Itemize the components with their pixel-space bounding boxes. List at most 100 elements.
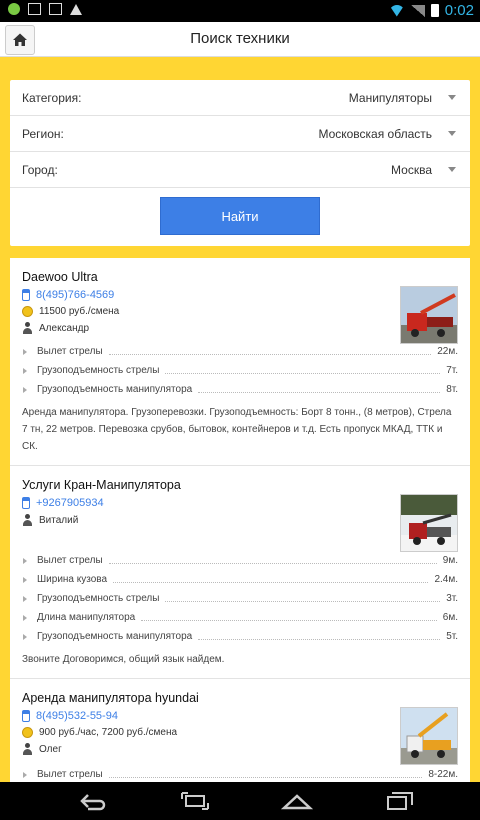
notification-icons: [8, 3, 82, 15]
person-icon: [22, 322, 33, 334]
recent-apps-icon[interactable]: [386, 791, 414, 811]
back-icon[interactable]: [78, 791, 106, 811]
spec-value: 9м.: [442, 555, 458, 566]
listing-card[interactable]: Daewoo Ultra 8(495)766-4569 11500 руб./с…: [10, 258, 470, 466]
chevron-right-icon: [23, 576, 27, 583]
contact-row: Виталий: [22, 514, 458, 526]
contact-name: Александр: [39, 322, 90, 334]
spec-value: 5т.: [446, 631, 458, 642]
truck-crane-photo: [401, 708, 457, 764]
listing-card[interactable]: Услуги Кран-Манипулятора +9267905934 Вит…: [10, 466, 470, 679]
chevron-right-icon: [23, 386, 27, 393]
spec-label: Вылет стрелы: [37, 769, 103, 780]
phone-icon: [22, 289, 30, 301]
coin-icon: [22, 727, 33, 738]
phone-row[interactable]: +9267905934: [22, 497, 458, 509]
truck-crane-photo: [401, 495, 457, 551]
listing-description: Звоните Договоримся, общий язык найдем.: [22, 654, 225, 665]
spec-row: Длина манипулятора 6м.: [22, 608, 458, 627]
listing-title: Аренда манипулятора hyundai: [22, 691, 199, 705]
person-icon: [22, 743, 33, 755]
spec-label: Ширина кузова: [37, 574, 108, 585]
region-value: Московская область: [318, 127, 432, 141]
spec-row: Грузоподъемность стрелы 7т.: [22, 361, 458, 380]
screenshot-icon[interactable]: [180, 791, 210, 811]
category-select[interactable]: Категория: Манипуляторы: [10, 80, 470, 116]
app-notification-icon: [8, 3, 20, 15]
image-notification-icon: [28, 3, 41, 15]
city-select[interactable]: Город: Москва: [10, 152, 470, 188]
spec-label: Грузоподъемность стрелы: [37, 365, 160, 376]
region-select[interactable]: Регион: Московская область: [10, 116, 470, 152]
contact-name: Виталий: [39, 514, 79, 526]
spec-row: Грузоподъемность манипулятора 5т.: [22, 627, 458, 646]
spec-label: Вылет стрелы: [37, 346, 103, 357]
spec-row: Грузоподъемность стрелы 3т.: [22, 589, 458, 608]
category-value: Манипуляторы: [348, 91, 432, 105]
price-text: 11500 руб./смена: [39, 306, 120, 317]
status-bar: 0:02: [0, 0, 480, 22]
spec-row: Вылет стрелы 22м.: [22, 342, 458, 361]
dotted-leader: [108, 563, 437, 564]
system-nav-bar: [0, 782, 480, 820]
price-row: 900 руб./час, 7200 руб./смена: [22, 727, 458, 738]
phone-row[interactable]: 8(495)532-55-94: [22, 710, 458, 722]
listing-photo[interactable]: [400, 707, 458, 765]
spec-row: Вылет стрелы 9м.: [22, 551, 458, 570]
category-label: Категория:: [22, 91, 82, 105]
dotted-leader: [108, 354, 432, 355]
spec-value: 7т.: [446, 365, 458, 376]
contact-row: Александр: [22, 322, 458, 334]
phone-link[interactable]: 8(495)532-55-94: [36, 710, 118, 722]
phone-row[interactable]: 8(495)766-4569: [22, 289, 458, 301]
system-icons: 0:02: [388, 2, 474, 19]
phone-icon: [22, 710, 30, 722]
truck-crane-photo: [401, 287, 457, 343]
price-row: 11500 руб./смена: [22, 306, 458, 317]
city-label: Город:: [22, 163, 58, 177]
spec-row: Вылет стрелы 8-22м.: [22, 765, 458, 782]
spec-label: Грузоподъемность стрелы: [37, 593, 160, 604]
contact-row: Олег: [22, 743, 458, 755]
app-bar: Поиск техники: [0, 22, 480, 57]
spec-value: 6м.: [442, 612, 458, 623]
dotted-leader: [165, 373, 441, 374]
spec-label: Грузоподъемность манипулятора: [37, 384, 193, 395]
listing-photo[interactable]: [400, 286, 458, 344]
dropdown-arrow-icon: [448, 167, 456, 172]
dotted-leader: [198, 639, 441, 640]
price-text: 900 руб./час, 7200 руб./смена: [39, 727, 178, 738]
listing-title: Услуги Кран-Манипулятора: [22, 478, 181, 492]
dropdown-arrow-icon: [448, 95, 456, 100]
chevron-right-icon: [23, 367, 27, 374]
phone-link[interactable]: +9267905934: [36, 497, 104, 509]
page-title: Поиск техники: [190, 30, 290, 47]
phone-link[interactable]: 8(495)766-4569: [36, 289, 114, 301]
chevron-right-icon: [23, 595, 27, 602]
signal-icon: [410, 4, 425, 17]
listing-photo[interactable]: [400, 494, 458, 552]
spec-value: 8-22м.: [428, 769, 458, 780]
spec-row: Грузоподъемность манипулятора 8т.: [22, 380, 458, 399]
search-button[interactable]: Найти: [160, 197, 320, 235]
nav-home-icon[interactable]: [281, 791, 313, 811]
wifi-icon: [388, 4, 405, 17]
spec-value: 8т.: [446, 384, 458, 395]
spec-label: Грузоподъемность манипулятора: [37, 631, 193, 642]
listing-description: Аренда манипулятора. Грузоперевозки. Гру…: [22, 407, 452, 452]
battery-icon: [430, 4, 439, 17]
spec-value: 3т.: [446, 593, 458, 604]
results-list: Daewoo Ultra 8(495)766-4569 11500 руб./с…: [10, 258, 470, 782]
dotted-leader: [141, 620, 437, 621]
person-icon: [22, 514, 33, 526]
contact-name: Олег: [39, 743, 62, 755]
dropdown-arrow-icon: [448, 131, 456, 136]
spec-label: Вылет стрелы: [37, 555, 103, 566]
listing-card[interactable]: Аренда манипулятора hyundai 8(495)532-55…: [10, 679, 470, 782]
clock: 0:02: [444, 2, 474, 19]
dotted-leader: [198, 392, 441, 393]
chevron-right-icon: [23, 557, 27, 564]
dotted-leader: [113, 582, 429, 583]
chevron-right-icon: [23, 771, 27, 778]
message-notification-icon: [49, 3, 62, 15]
